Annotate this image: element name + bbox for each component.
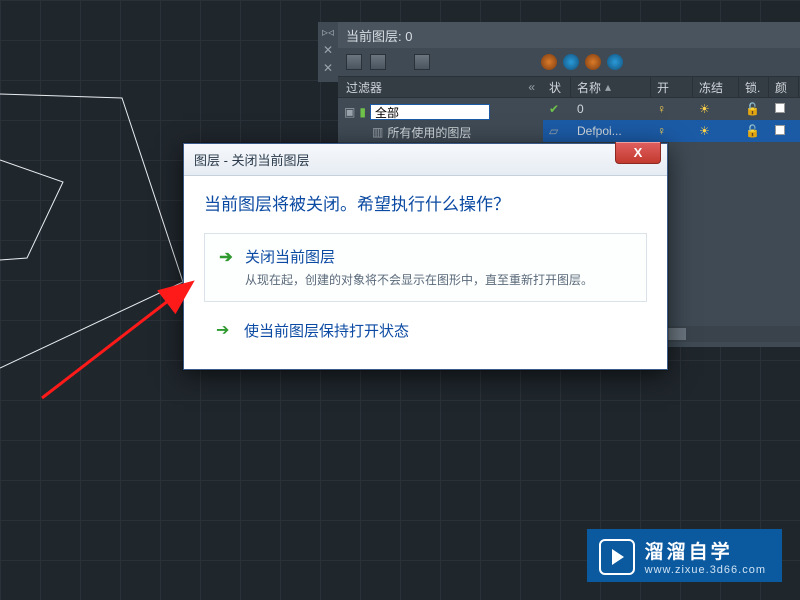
col-lock[interactable]: 锁. [739,77,769,97]
option-close-layer[interactable]: ➔ 关闭当前图层 从现在起，创建的对象将不会显示在图形中，直至重新打开图层。 [204,233,647,302]
col-freeze[interactable]: 冻结 [693,77,739,97]
filter-tree: ▣ ▮ ▥ 所有使用的图层 [338,98,543,146]
play-icon [599,539,635,575]
col-color[interactable]: 颜 [769,77,799,97]
tree-child-label: 所有使用的图层 [387,124,471,141]
close-layer-dialog: 图层 - 关闭当前图层 X 当前图层将被关闭。希望执行什么操作？ ➔ 关闭当前图… [183,143,668,370]
swirl-icon-3[interactable] [585,54,601,70]
option-keep-open[interactable]: ➔ 使当前图层保持打开状态 [204,314,647,347]
panel-body: 过滤器 « ▣ ▮ ▥ 所有使用的图层 状 名称▴ 开 冻结 [338,76,800,146]
panel-menu-icon: ✕ [323,62,333,74]
dialog-question: 当前图层将被关闭。希望执行什么操作？ [204,190,647,215]
sort-asc-icon: ▴ [605,80,611,94]
close-icon: X [634,145,643,160]
layer-states-icon[interactable] [414,54,430,70]
sun-icon[interactable]: ☀ [699,102,710,116]
col-on[interactable]: 开 [651,77,693,97]
new-layer-icon[interactable] [346,54,362,70]
watermark: 溜溜自学 www.zixue.3d66.com [587,529,782,582]
bulb-on-icon[interactable]: ♀ [657,124,666,138]
tree-sublayer-icon: ▥ [372,125,383,139]
watermark-url: www.zixue.3d66.com [645,564,766,576]
layer-row[interactable]: ▱ Defpoi... ♀ ☀ 🔓 [543,120,800,142]
dialog-titlebar[interactable]: 图层 - 关闭当前图层 X [184,144,667,176]
arrow-right-icon: ➔ [216,320,229,340]
col-name[interactable]: 名称▴ [571,77,651,97]
watermark-name: 溜溜自学 [645,537,766,564]
handle-glyph: ▹◃ [322,26,334,38]
panel-handle[interactable]: ▹◃ ✕ ✕ [318,22,338,82]
current-layer-row: 当前图层: 0 [338,22,800,48]
filter-name-input[interactable] [370,104,490,120]
color-swatch[interactable] [775,103,785,113]
color-swatch[interactable] [775,125,785,135]
layer-list-column: 状 名称▴ 开 冻结 锁. 颜 ✔ 0 ♀ ☀ 🔓 ▱ Defpoi... [543,76,800,146]
bulb-on-icon[interactable]: ♀ [657,102,666,116]
sun-icon[interactable]: ☀ [699,124,710,138]
current-layer-label: 当前图层: 0 [346,26,412,45]
lock-open-icon[interactable]: 🔓 [745,102,760,116]
tree-collapse-icon[interactable]: ▣ [344,105,355,119]
swirl-icon-4[interactable] [607,54,623,70]
layer-rows: ✔ 0 ♀ ☀ 🔓 ▱ Defpoi... ♀ ☀ 🔓 [543,98,800,142]
layer-name-cell: 0 [571,102,651,116]
tree-root-row[interactable]: ▣ ▮ [344,102,537,122]
swirl-icon-2[interactable] [563,54,579,70]
col-status[interactable]: 状 [543,77,571,97]
status-check-icon: ✔ [549,102,559,116]
dialog-title-text: 图层 - 关闭当前图层 [194,150,310,169]
option-title: 使当前图层保持打开状态 [244,320,633,341]
panel-toolbar [338,48,800,76]
dialog-close-button[interactable]: X [615,142,661,164]
swirl-icon-1[interactable] [541,54,557,70]
option-desc: 从现在起，创建的对象将不会显示在图形中，直至重新打开图层。 [245,271,632,289]
option-title: 关闭当前图层 [245,246,632,267]
status-icon: ▱ [549,124,558,138]
layer-name-cell: Defpoi... [571,124,651,138]
layer-row[interactable]: ✔ 0 ♀ ☀ 🔓 [543,98,800,120]
lock-open-icon[interactable]: 🔓 [745,124,760,138]
arrow-right-icon: ➔ [217,248,235,266]
pin-icon: ✕ [323,44,333,56]
dialog-body: 当前图层将被关闭。希望执行什么操作？ ➔ 关闭当前图层 从现在起，创建的对象将不… [184,176,667,369]
filter-header: 过滤器 « [338,76,543,98]
filter-collapse-icon[interactable]: « [528,80,535,94]
layer-list-header: 状 名称▴ 开 冻结 锁. 颜 [543,76,800,98]
filter-column: 过滤器 « ▣ ▮ ▥ 所有使用的图层 [338,76,543,146]
tree-layer-icon: ▮ [359,105,366,119]
new-group-icon[interactable] [370,54,386,70]
tree-child-row[interactable]: ▥ 所有使用的图层 [344,122,537,142]
